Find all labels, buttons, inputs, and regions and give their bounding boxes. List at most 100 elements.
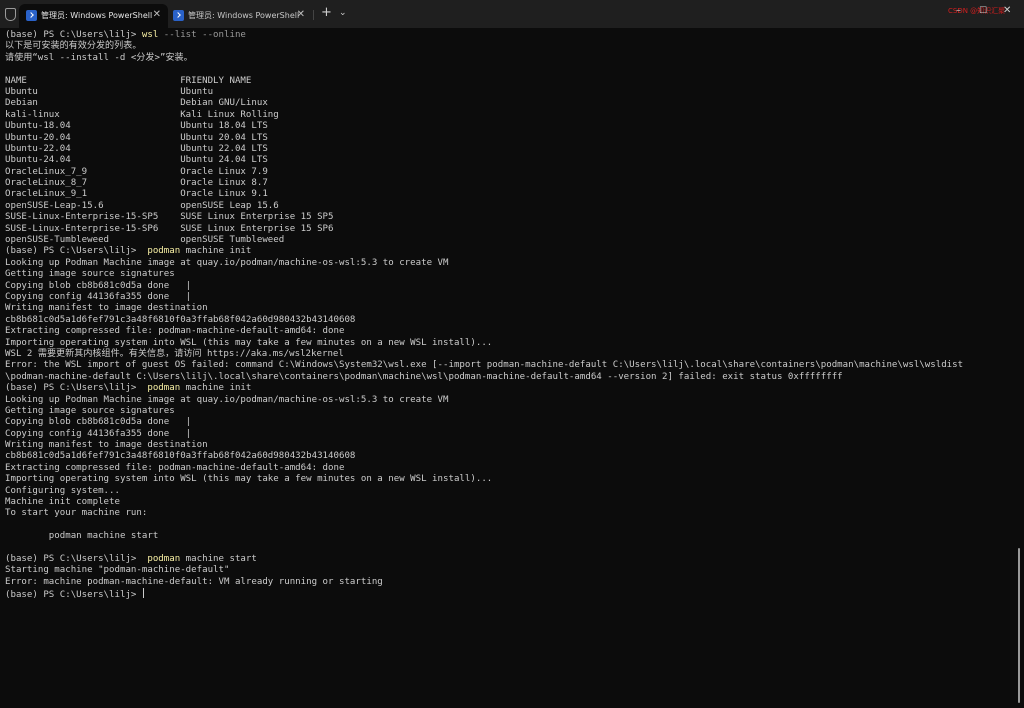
close-icon[interactable]: ✕ — [297, 9, 305, 21]
close-icon[interactable]: ✕ — [153, 9, 161, 21]
output-line: Importing operating system into WSL (thi… — [5, 338, 1015, 349]
output-text: Importing operating system into WSL (thi… — [5, 474, 493, 485]
output-text: 请使用“wsl --install -d <分发>”安装。 — [5, 52, 193, 63]
output-line: Ubuntu Ubuntu — [5, 87, 1015, 98]
output-text: kali-linux Kali Linux Rolling — [5, 109, 279, 120]
output-text: Copying blob cb8b681c0d5a done | — [5, 280, 192, 291]
output-line: Machine init complete — [5, 497, 1015, 508]
output-line: Looking up Podman Machine image at quay.… — [5, 395, 1015, 406]
output-line: cb8b681c0d5a1d6fef791c3a48f6810f0a3ffab6… — [5, 451, 1015, 462]
output-text: Writing manifest to image destination — [5, 303, 208, 314]
output-text: Looking up Podman Machine image at quay.… — [5, 257, 449, 268]
output-text: Looking up Podman Machine image at quay.… — [5, 394, 449, 405]
output-line: Ubuntu-20.04 Ubuntu 20.04 LTS — [5, 133, 1015, 144]
scrollbar[interactable] — [1018, 548, 1020, 703]
prompt-line: (base) PS C:\Users\lilj> podman machine … — [5, 383, 1015, 394]
prompt-line: (base) PS C:\Users\lilj> — [5, 588, 1015, 601]
output-line: Error: machine podman-machine-default: V… — [5, 577, 1015, 588]
output-line: Extracting compressed file: podman-machi… — [5, 326, 1015, 337]
output-text: OracleLinux_7_9 Oracle Linux 7.9 — [5, 166, 268, 177]
output-text: Getting image source signatures — [5, 269, 175, 280]
output-text: Ubuntu-22.04 Ubuntu 22.04 LTS — [5, 143, 268, 154]
output-line: Getting image source signatures — [5, 406, 1015, 417]
output-text: Machine init complete — [5, 497, 120, 508]
tab-powershell-1[interactable]: 管理员: Windows PowerShell ✕ — [19, 4, 168, 28]
command-args: machine init — [180, 383, 252, 394]
prompt-line: (base) PS C:\Users\lilj> podman machine … — [5, 554, 1015, 565]
output-line: Looking up Podman Machine image at quay.… — [5, 258, 1015, 269]
output-line: openSUSE-Tumbleweed openSUSE Tumbleweed — [5, 235, 1015, 246]
output-line: kali-linux Kali Linux Rolling — [5, 110, 1015, 121]
output-text: Copying blob cb8b681c0d5a done | — [5, 417, 192, 428]
prompt-text: (base) PS C:\Users\lilj> — [5, 246, 142, 257]
output-text: NAME FRIENDLY NAME — [5, 75, 252, 86]
output-line: openSUSE-Leap-15.6 openSUSE Leap 15.6 — [5, 201, 1015, 212]
output-line: Starting machine "podman-machine-default… — [5, 565, 1015, 576]
output-text: cb8b681c0d5a1d6fef791c3a48f6810f0a3ffab6… — [5, 451, 356, 462]
output-text: openSUSE-Leap-15.6 openSUSE Leap 15.6 — [5, 200, 279, 211]
output-text: Copying config 44136fa355 done | — [5, 428, 192, 439]
chevron-down-icon[interactable]: ⌄ — [339, 7, 347, 19]
output-text: openSUSE-Tumbleweed openSUSE Tumbleweed — [5, 235, 285, 246]
tab-divider — [313, 10, 314, 20]
output-line: Error: the WSL import of guest OS failed… — [5, 360, 1015, 371]
command-args: machine init — [180, 246, 252, 257]
output-line: WSL 2 需要更新其内核组件。有关信息，请访问 https://aka.ms/… — [5, 349, 1015, 360]
output-line: Copying config 44136fa355 done | — [5, 292, 1015, 303]
output-line: NAME FRIENDLY NAME — [5, 76, 1015, 87]
command-args: --list --online — [158, 30, 246, 40]
output-line: Copying config 44136fa355 done | — [5, 429, 1015, 440]
output-text: Starting machine "podman-machine-default… — [5, 565, 230, 576]
output-text: To start your machine run: — [5, 508, 148, 519]
terminal-output[interactable]: (base) PS C:\Users\lilj> wsl --list --on… — [5, 30, 1015, 705]
output-text: OracleLinux_9_1 Oracle Linux 9.1 — [5, 189, 268, 200]
prompt-text: (base) PS C:\Users\lilj> — [5, 553, 142, 564]
new-tab-button[interactable]: + — [321, 6, 332, 20]
output-line: 请使用“wsl --install -d <分发>”安装。 — [5, 53, 1015, 64]
output-text: OracleLinux_8_7 Oracle Linux 8.7 — [5, 178, 268, 189]
close-window-button[interactable]: ✕ — [1003, 5, 1011, 17]
output-text: Copying config 44136fa355 done | — [5, 291, 192, 302]
maximize-button[interactable]: ☐ — [979, 5, 987, 17]
prompt-text: (base) PS C:\Users\lilj> — [5, 383, 142, 394]
prompt-text: (base) PS C:\Users\lilj> — [5, 590, 142, 601]
output-line: Configuring system... — [5, 486, 1015, 497]
output-line: OracleLinux_9_1 Oracle Linux 9.1 — [5, 189, 1015, 200]
output-line: Writing manifest to image destination — [5, 303, 1015, 314]
output-text: cb8b681c0d5a1d6fef791c3a48f6810f0a3ffab6… — [5, 314, 356, 325]
output-text: Extracting compressed file: podman-machi… — [5, 462, 345, 473]
output-line: 以下是可安装的有效分发的列表。 — [5, 41, 1015, 52]
output-text: Importing operating system into WSL (thi… — [5, 337, 493, 348]
output-line: Ubuntu-24.04 Ubuntu 24.04 LTS — [5, 155, 1015, 166]
prompt-line: (base) PS C:\Users\lilj> wsl --list --on… — [5, 30, 1015, 41]
output-line: Getting image source signatures — [5, 269, 1015, 280]
output-line: Ubuntu-22.04 Ubuntu 22.04 LTS — [5, 144, 1015, 155]
prompt-line: (base) PS C:\Users\lilj> podman machine … — [5, 246, 1015, 257]
text-cursor — [142, 588, 144, 599]
output-line: Ubuntu-18.04 Ubuntu 18.04 LTS — [5, 121, 1015, 132]
output-text: SUSE-Linux-Enterprise-15-SP6 SUSE Linux … — [5, 223, 334, 234]
output-line: Writing manifest to image destination — [5, 440, 1015, 451]
output-text: 以下是可安装的有效分发的列表。 — [5, 41, 142, 52]
powershell-icon — [26, 10, 37, 21]
output-line: Debian Debian GNU/Linux — [5, 98, 1015, 109]
prompt-text: (base) PS C:\Users\lilj> — [5, 30, 142, 40]
output-line: podman machine start — [5, 531, 1015, 542]
output-text: SUSE-Linux-Enterprise-15-SP5 SUSE Linux … — [5, 212, 334, 223]
output-line: SUSE-Linux-Enterprise-15-SP6 SUSE Linux … — [5, 224, 1015, 235]
tab-label: 管理员: Windows PowerShell — [41, 11, 153, 20]
command-name: podman — [141, 246, 181, 257]
output-line: Copying blob cb8b681c0d5a done | — [5, 417, 1015, 428]
output-line: OracleLinux_7_9 Oracle Linux 7.9 — [5, 167, 1015, 178]
output-text: Configuring system... — [5, 485, 120, 496]
output-text: WSL 2 需要更新其内核组件。有关信息，请访问 https://aka.ms/… — [5, 348, 344, 359]
minimize-button[interactable]: – — [956, 5, 961, 17]
output-line: cb8b681c0d5a1d6fef791c3a48f6810f0a3ffab6… — [5, 315, 1015, 326]
command-name: wsl — [141, 30, 159, 40]
output-line: OracleLinux_8_7 Oracle Linux 8.7 — [5, 178, 1015, 189]
tab-powershell-2[interactable]: 管理员: Windows PowerShell ✕ — [166, 4, 312, 28]
output-text: Error: the WSL import of guest OS failed… — [5, 360, 964, 371]
